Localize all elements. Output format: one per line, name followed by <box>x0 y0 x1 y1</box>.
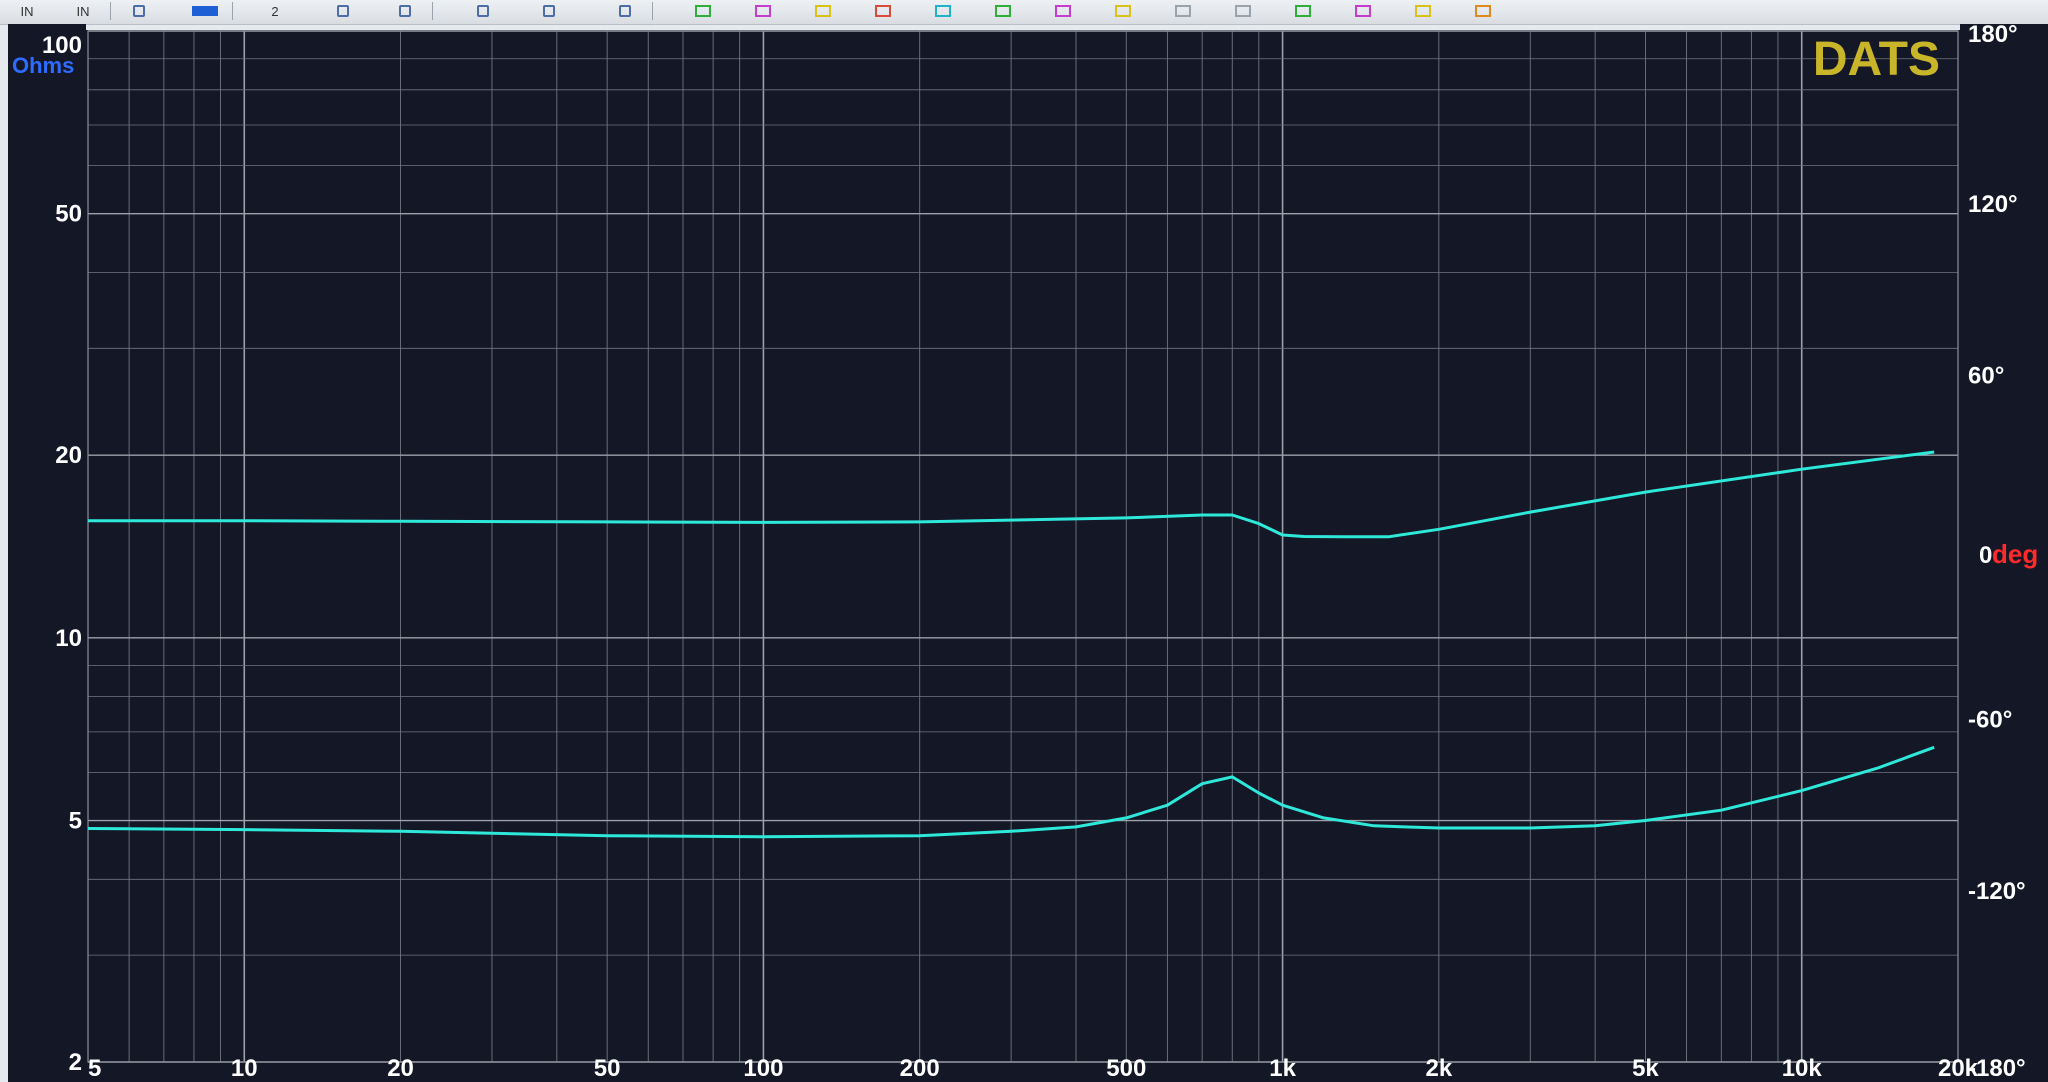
y-tick-label: 20 <box>55 442 82 469</box>
y2-tick-label: 180° <box>1968 21 2018 48</box>
y-tick-label: 50 <box>55 201 82 228</box>
x-tick-label: 2k <box>1426 1055 1453 1082</box>
chart: 10050201052180°120°60°-60°-120°-180°5 10 2… <box>8 21 2048 1082</box>
x-tick-label: 10 <box>231 1055 258 1082</box>
chart-title: DATS <box>1813 33 1940 86</box>
x-tick-label: 200 <box>900 1055 940 1082</box>
y-tick-label: 10 <box>55 625 82 652</box>
x-tick-label: 50 <box>594 1055 621 1082</box>
y2-unit-label: deg <box>1992 539 2038 569</box>
y2-tick-label: -120° <box>1968 878 2026 905</box>
left-axis-panel <box>8 24 86 1082</box>
y2-tick-label: 120° <box>1968 191 2018 218</box>
y2-tick-label: 60° <box>1968 363 2004 390</box>
x-tick-label: 1k <box>1269 1055 1296 1082</box>
y-tick-label: 5 <box>69 808 82 835</box>
x-tick-label: 500 <box>1106 1055 1146 1082</box>
x-tick-label: 100 <box>743 1055 783 1082</box>
y2-zero-label: 0 deg <box>1979 539 2038 569</box>
plot-background <box>86 30 1960 1082</box>
x-tick-label: 20 <box>387 1055 414 1082</box>
x-tick-label: 20k <box>1938 1055 1979 1082</box>
y2-zero-value: 0 <box>1979 542 1992 569</box>
x-tick-label: 10k <box>1782 1055 1823 1082</box>
y2-tick-label: -60° <box>1968 706 2012 733</box>
y-tick-label: 2 <box>69 1049 82 1076</box>
x-tick-label: 5 <box>88 1055 101 1082</box>
y-unit-label: Ohms <box>12 53 74 78</box>
x-tick-label: 5k <box>1632 1055 1659 1082</box>
